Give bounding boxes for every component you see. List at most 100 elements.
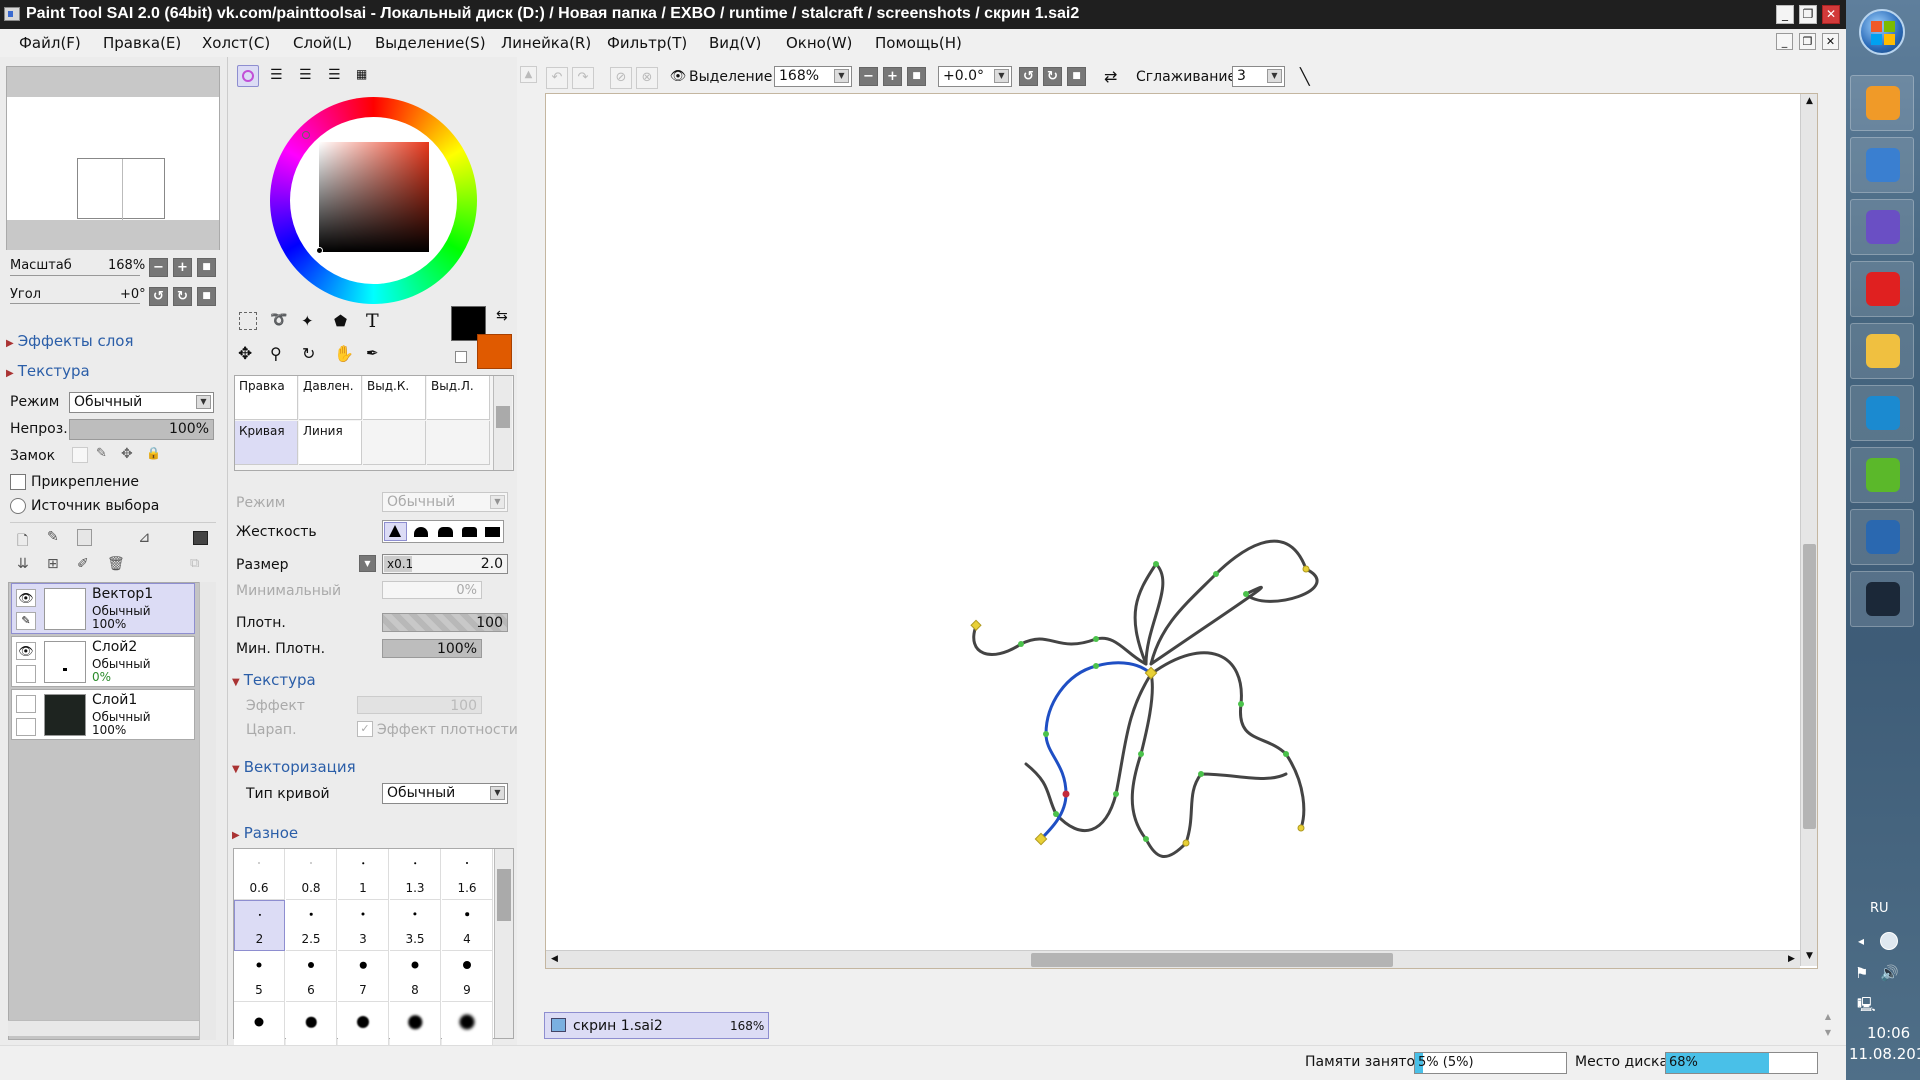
canvas-horizontal-scrollbar[interactable]: ◀ ▶: [546, 950, 1800, 968]
brush-size-cell[interactable]: 2.5: [286, 900, 337, 951]
color-wheel-tab[interactable]: [237, 65, 259, 87]
doc-close-button[interactable]: ✕: [1822, 33, 1839, 50]
brush-size-cell[interactable]: 5: [234, 951, 285, 1002]
brush-size-cell[interactable]: 2: [234, 900, 285, 951]
layer-item-vector1[interactable]: 👁 ✎ Вектор1 Обычный 100%: [11, 583, 195, 634]
duplicate-layer-icon[interactable]: ⊞: [47, 556, 59, 572]
hsv-sliders-tab[interactable]: ☰: [299, 67, 312, 83]
min-density-slider[interactable]: 100%: [382, 639, 482, 658]
canvas-vertical-scrollbar[interactable]: ▲ ▼: [1800, 94, 1817, 966]
redo-icon[interactable]: ↷: [572, 67, 594, 89]
layer-item-layer1[interactable]: Слой1 Обычный 100%: [11, 689, 195, 740]
angle-select[interactable]: +0.0° ▼: [938, 66, 1012, 87]
merge-down-icon[interactable]: ⇊: [17, 556, 29, 572]
hand-icon[interactable]: ✋: [334, 344, 354, 363]
toolbar-rotate-reset-button[interactable]: ■: [1067, 67, 1086, 86]
minimize-button[interactable]: _: [1776, 5, 1794, 24]
scratchpad-tab[interactable]: ▦: [356, 67, 367, 81]
menu-window[interactable]: Окно(W): [786, 34, 852, 52]
start-button[interactable]: [1859, 9, 1905, 55]
move-icon[interactable]: ✥: [238, 344, 252, 364]
eyedropper-icon[interactable]: ✒: [366, 344, 379, 362]
zoom-slider[interactable]: [10, 275, 140, 276]
tabs-scroll-down-icon[interactable]: ▼: [1820, 1028, 1836, 1040]
doc-minimize-button[interactable]: _: [1776, 33, 1793, 50]
zoom-in-button[interactable]: +: [173, 258, 192, 277]
invert-selection-icon[interactable]: ⊗: [636, 67, 658, 89]
zoom-reset-button[interactable]: ■: [197, 258, 216, 277]
layer-mask-icon[interactable]: ⊿: [138, 528, 151, 546]
brush-size-cell[interactable]: 9: [442, 951, 493, 1002]
rgb-sliders-tab[interactable]: ☰: [270, 67, 283, 83]
flip-horizontal-icon[interactable]: ⇄: [1104, 67, 1117, 86]
selection-source-radio[interactable]: [10, 498, 26, 514]
brush-size-cell[interactable]: 7: [338, 951, 389, 1002]
toolbar-rotate-left-button[interactable]: ↺: [1019, 67, 1038, 86]
pen-pressure-icon[interactable]: ╲: [1300, 67, 1310, 86]
layer-item-layer2[interactable]: 👁 Слой2 Обычный 0%: [11, 636, 195, 687]
blend-mode-select[interactable]: Обычный ▼: [69, 392, 214, 413]
menu-layer[interactable]: Слой(L): [293, 34, 352, 52]
rotate-left-button[interactable]: ↺: [149, 287, 168, 306]
menu-ruler[interactable]: Линейка(R): [501, 34, 591, 52]
clipping-checkbox[interactable]: [10, 474, 26, 490]
hardness-selector[interactable]: [382, 520, 504, 543]
scroll-right-icon[interactable]: ▶: [1783, 952, 1800, 968]
density-slider[interactable]: 100: [382, 613, 508, 632]
taskbar-app-button[interactable]: [1850, 385, 1914, 441]
language-indicator[interactable]: RU: [1870, 901, 1889, 916]
visibility-eye-icon[interactable]: 👁: [16, 589, 36, 607]
eye-icon[interactable]: 👁: [668, 67, 688, 89]
document-tab[interactable]: скрин 1.sai2 168%: [544, 1012, 769, 1039]
menu-canvas[interactable]: Холст(C): [202, 34, 270, 52]
brush-size-cell[interactable]: 0.8: [286, 849, 337, 900]
clear-layer-icon[interactable]: ✐: [77, 556, 89, 572]
restore-button[interactable]: ❐: [1799, 5, 1817, 24]
rotate-right-button[interactable]: ↻: [173, 287, 192, 306]
panel-collapse-icon[interactable]: ▲: [520, 66, 537, 83]
brush-size-cell[interactable]: 3.5: [390, 900, 441, 951]
toolbar-zoom-in-button[interactable]: +: [883, 67, 902, 86]
toolbar-zoom-out-button[interactable]: −: [859, 67, 878, 86]
layer-effects-section[interactable]: ▶ Эффекты слоя: [6, 332, 134, 350]
close-button[interactable]: ✕: [1822, 5, 1840, 24]
rectangle-select-icon[interactable]: [239, 312, 257, 330]
bucket-icon[interactable]: ⬟: [334, 312, 347, 330]
edit-pen-icon[interactable]: ✎: [16, 612, 36, 630]
taskbar-app-button[interactable]: [1850, 261, 1914, 317]
visibility-toggle[interactable]: [16, 695, 36, 713]
zoom-select[interactable]: 168% ▼: [774, 66, 852, 87]
scroll-up-icon[interactable]: ▲: [1803, 94, 1816, 111]
tabs-scroll-up-icon[interactable]: ▲: [1820, 1012, 1836, 1024]
taskbar-app-button[interactable]: [1850, 323, 1914, 379]
brush-size-scrollbar[interactable]: [494, 849, 513, 1038]
brush-size-cell[interactable]: 3: [338, 900, 389, 951]
taskbar-app-button[interactable]: [1850, 75, 1914, 131]
scroll-down-icon[interactable]: ▼: [1803, 949, 1816, 966]
zoom-icon[interactable]: ⚲: [270, 344, 282, 363]
transparent-color-icon[interactable]: [455, 351, 467, 363]
menu-edit[interactable]: Правка(E): [103, 34, 181, 52]
text-tool-icon[interactable]: T: [366, 310, 379, 332]
toolbar-zoom-reset-button[interactable]: ■: [907, 67, 926, 86]
size-slider[interactable]: x0.1 2.0: [382, 554, 508, 574]
new-layer-icon[interactable]: 🗋: [17, 530, 28, 554]
secondary-color-swatch[interactable]: [477, 334, 512, 369]
vector-drawing[interactable]: [546, 94, 1817, 968]
tray-expand-icon[interactable]: ◂: [1858, 934, 1864, 948]
new-vector-layer-icon[interactable]: ✎: [47, 529, 59, 545]
volume-icon[interactable]: 🔊: [1880, 964, 1899, 982]
drawing-canvas[interactable]: ▲ ▼ ◀ ▶: [545, 93, 1818, 969]
layer-list-hscroll[interactable]: [8, 1020, 199, 1036]
texture-section[interactable]: ▶ Текстура: [6, 362, 90, 380]
tool-pressure[interactable]: Давлен.: [299, 376, 362, 420]
brush-size-cell[interactable]: 1: [338, 849, 389, 900]
navigator-viewport[interactable]: [77, 158, 165, 220]
steam-tray-icon[interactable]: [1880, 932, 1898, 950]
vertical-scroll-thumb[interactable]: [1803, 544, 1816, 829]
trash-icon[interactable]: 🗑: [107, 556, 125, 572]
brush-size-cell[interactable]: 1.6: [442, 849, 493, 900]
vectorization-section[interactable]: ▼ Векторизация: [232, 758, 356, 776]
menu-file[interactable]: Файл(F): [19, 34, 81, 52]
menu-help[interactable]: Помощь(H): [875, 34, 962, 52]
